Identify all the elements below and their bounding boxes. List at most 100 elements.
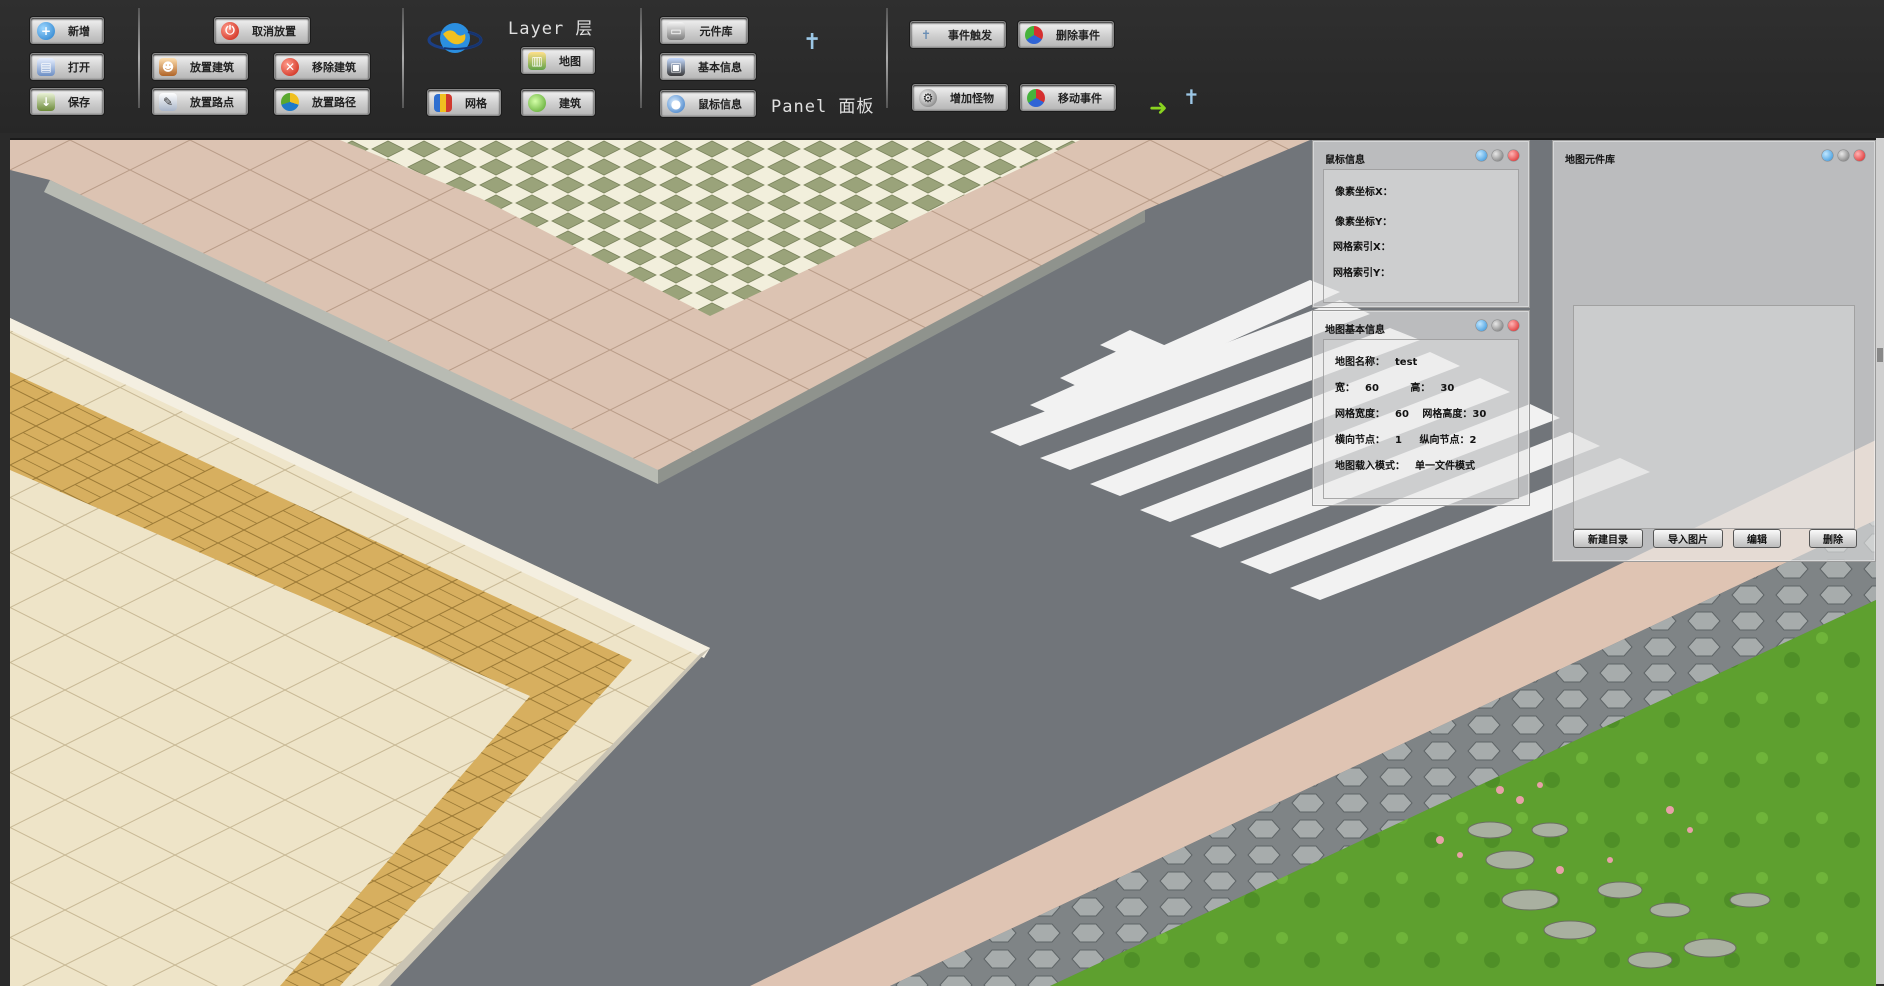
move-event-button[interactable]: 移动事件 bbox=[1020, 84, 1116, 111]
settings-icon: ⚙ bbox=[919, 88, 937, 107]
power-icon: ⏻ bbox=[221, 21, 239, 40]
map-size-row: 宽： 60 高： 30 bbox=[1335, 379, 1454, 394]
pin-icon: ✝ bbox=[803, 30, 822, 55]
delete-event-label: 删除事件 bbox=[1056, 28, 1100, 42]
save-label: 保存 bbox=[68, 95, 90, 109]
event-bind-button[interactable]: ✝ 事件触发 bbox=[910, 21, 1006, 48]
layer-building-button[interactable]: 建筑 bbox=[521, 89, 595, 116]
edit-button[interactable]: 编辑 bbox=[1733, 529, 1781, 548]
toolbar-separator bbox=[640, 8, 642, 108]
toolbar: + 新增 ▤ 打开 ↓ 保存 ⏻ 取消放置 ☻ 放置建筑 ✕ 移除建筑 ✎ 放置… bbox=[0, 0, 1884, 133]
cursor-info-panel[interactable]: 鼠标信息 像素坐标X： 像素坐标Y： 网格索引X： 网格索引Y： bbox=[1312, 140, 1530, 308]
component-list-area[interactable] bbox=[1573, 305, 1855, 529]
maximize-button[interactable] bbox=[1492, 150, 1503, 161]
place-path-label: 放置路径 bbox=[312, 95, 356, 109]
open-button[interactable]: ▤ 打开 bbox=[30, 53, 104, 80]
component-lib-button[interactable]: ▭ 元件库 bbox=[660, 17, 748, 44]
note-icon: ✎ bbox=[159, 92, 177, 111]
map-height-value: 30 bbox=[1440, 383, 1455, 394]
delete-button[interactable]: 删除 bbox=[1809, 529, 1857, 548]
map-height-label: 高： bbox=[1410, 383, 1431, 394]
grid-width-label: 网格宽度： bbox=[1335, 409, 1385, 420]
save-icon: ↓ bbox=[37, 92, 55, 111]
grid-x-label: 网格索引X： bbox=[1333, 242, 1391, 253]
map-name-value: test bbox=[1395, 357, 1418, 368]
close-button[interactable] bbox=[1854, 150, 1865, 161]
grid-icon bbox=[434, 93, 452, 112]
grid-height-value: 30 bbox=[1472, 409, 1487, 420]
globe-icon bbox=[427, 23, 483, 53]
layer-building-label: 建筑 bbox=[559, 96, 581, 110]
vertical-scrollbar[interactable] bbox=[1876, 138, 1884, 984]
grid-y-label: 网格索引Y： bbox=[1333, 268, 1391, 279]
cancel-place-button[interactable]: ⏻ 取消放置 bbox=[214, 17, 310, 44]
place-waypoint-label: 放置路点 bbox=[190, 95, 234, 109]
minimize-button[interactable] bbox=[1822, 150, 1833, 161]
layer-title: Layer 层 bbox=[508, 19, 594, 39]
close-button[interactable] bbox=[1508, 150, 1519, 161]
component-library-panel[interactable]: 地图元件库 新建目录 导入图片 编辑 删除 bbox=[1552, 140, 1876, 562]
grid-width-value: 60 bbox=[1395, 409, 1409, 420]
hnode-value: 1 bbox=[1395, 435, 1402, 446]
panel-title: Panel 面板 bbox=[771, 97, 875, 117]
cursor-info-button[interactable]: ● 鼠标信息 bbox=[660, 90, 756, 117]
add-obstacle-button[interactable]: ⚙ 增加怪物 bbox=[912, 84, 1008, 111]
new-icon: + bbox=[37, 21, 55, 40]
component-library-title: 地图元件库 bbox=[1565, 155, 1615, 166]
layer-map-label: 地图 bbox=[559, 54, 581, 68]
cloud-icon bbox=[528, 93, 546, 112]
pie-chart-icon bbox=[281, 92, 299, 111]
pin-small-icon: ✝ bbox=[920, 27, 932, 42]
map-info-panel[interactable]: 地图基本信息 地图名称： test 宽： 60 高： 30 网格宽度： 60 网格高度：… bbox=[1312, 310, 1530, 506]
pixel-y-label: 像素坐标Y： bbox=[1335, 217, 1393, 228]
layer-map-button[interactable]: ▥ 地图 bbox=[521, 47, 595, 74]
minimize-button[interactable] bbox=[1476, 320, 1487, 331]
close-button[interactable] bbox=[1508, 320, 1519, 331]
window-controls bbox=[1476, 150, 1519, 161]
toolbar-separator bbox=[402, 8, 404, 108]
layer-grid-button[interactable]: 网格 bbox=[427, 89, 501, 116]
pixel-x-label: 像素坐标X： bbox=[1335, 187, 1393, 198]
add-obstacle-label: 增加怪物 bbox=[950, 91, 994, 105]
toolbar-separator bbox=[138, 8, 140, 108]
map-canvas[interactable]: 鼠标信息 像素坐标X： 像素坐标Y： 网格索引X： 网格索引Y： 地图基本信息 … bbox=[10, 138, 1876, 986]
place-building-button[interactable]: ☻ 放置建筑 bbox=[152, 53, 248, 80]
remove-building-label: 移除建筑 bbox=[312, 60, 356, 74]
new-directory-button[interactable]: 新建目录 bbox=[1573, 529, 1643, 548]
maximize-button[interactable] bbox=[1838, 150, 1849, 161]
window-controls bbox=[1822, 150, 1865, 161]
event-bind-label: 事件触发 bbox=[948, 28, 992, 42]
new-label: 新增 bbox=[68, 24, 90, 38]
new-button[interactable]: + 新增 bbox=[30, 17, 104, 44]
save-button[interactable]: ↓ 保存 bbox=[30, 88, 104, 115]
map-width-value: 60 bbox=[1365, 383, 1379, 394]
scrollbar-thumb[interactable] bbox=[1877, 348, 1883, 362]
magnifier-icon: ● bbox=[667, 94, 685, 113]
pin-icon[interactable]: ✝ bbox=[1183, 85, 1200, 109]
grid-height-label: 网格高度： bbox=[1422, 409, 1473, 420]
remove-building-button[interactable]: ✕ 移除建筑 bbox=[274, 53, 370, 80]
arrow-right-icon[interactable]: ➜ bbox=[1149, 96, 1167, 121]
remove-icon: ✕ bbox=[281, 57, 299, 76]
basic-info-button[interactable]: ▣ 基本信息 bbox=[660, 53, 756, 80]
toolbar-separator bbox=[886, 8, 888, 108]
map-width-label: 宽： bbox=[1335, 383, 1355, 394]
delete-event-button[interactable]: 删除事件 bbox=[1018, 21, 1114, 48]
load-mode-label: 地图载入模式： bbox=[1335, 461, 1405, 472]
vnode-value: 2 bbox=[1469, 435, 1477, 446]
import-image-button[interactable]: 导入图片 bbox=[1653, 529, 1723, 548]
load-mode-value: 单一文件模式 bbox=[1415, 461, 1475, 472]
cursor-info-label: 鼠标信息 bbox=[698, 97, 742, 111]
place-path-button[interactable]: 放置路径 bbox=[274, 88, 370, 115]
map-name-label: 地图名称： bbox=[1335, 357, 1385, 368]
place-waypoint-button[interactable]: ✎ 放置路点 bbox=[152, 88, 248, 115]
component-lib-label: 元件库 bbox=[699, 24, 733, 38]
open-icon: ▤ bbox=[37, 57, 55, 76]
load-mode-row: 地图载入模式： 单一文件模式 bbox=[1335, 457, 1475, 472]
maximize-button[interactable] bbox=[1492, 320, 1503, 331]
grid-size-row: 网格宽度： 60 网格高度：30 bbox=[1335, 405, 1486, 420]
minimize-button[interactable] bbox=[1476, 150, 1487, 161]
cursor-info-title: 鼠标信息 bbox=[1325, 155, 1365, 166]
open-label: 打开 bbox=[68, 60, 90, 74]
printer-icon: ▭ bbox=[667, 21, 685, 40]
